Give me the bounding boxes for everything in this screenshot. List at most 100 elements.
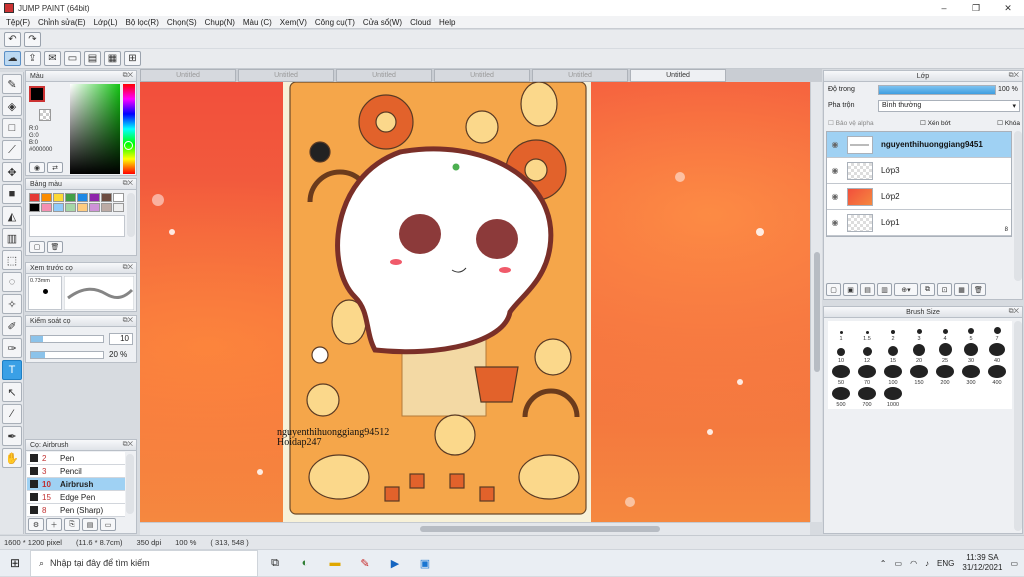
lasso-tool-icon[interactable]: ◌ — [2, 272, 22, 292]
palette-swatch[interactable] — [65, 193, 76, 202]
document-tab[interactable]: Untitled — [140, 69, 236, 82]
menu-item[interactable]: Màu (C) — [239, 18, 276, 27]
undo-icon[interactable]: ↶ — [4, 31, 21, 47]
operation-tool-icon[interactable]: ↖ — [2, 382, 22, 402]
windows-start-icon[interactable]: ⊞ — [0, 556, 30, 570]
menu-item[interactable]: Chọn(S) — [163, 18, 201, 27]
palette-swatch[interactable] — [77, 193, 88, 202]
menu-item[interactable]: Cửa sổ(W) — [359, 18, 406, 27]
chat-icon[interactable]: ▭ — [64, 51, 81, 66]
brush-list-scrollbar[interactable] — [126, 454, 134, 514]
magic-wand-tool-icon[interactable]: ✧ — [2, 294, 22, 314]
brush-size-option[interactable]: 300 — [958, 365, 984, 387]
menu-item[interactable]: Công cụ(T) — [311, 18, 359, 27]
brush-size-option[interactable]: 4 — [932, 321, 958, 343]
menu-item[interactable]: Cloud — [406, 18, 435, 27]
dropper-tool-icon[interactable]: ✒ — [2, 426, 22, 446]
redo-icon[interactable]: ↷ — [24, 31, 41, 47]
vertical-scrollbar[interactable] — [810, 82, 822, 522]
copy-layer-icon[interactable]: ⧉ — [920, 283, 935, 296]
palette-swatch[interactable] — [113, 193, 124, 202]
shape-tool-icon[interactable]: □ — [2, 118, 22, 138]
panel-close-icon[interactable]: ⧉✕ — [1009, 308, 1019, 316]
brush-size-option[interactable]: 25 — [932, 343, 958, 365]
brush-size-option[interactable]: 3 — [906, 321, 932, 343]
new-palette-icon[interactable]: ▢ — [29, 241, 45, 253]
brush-density-slider[interactable] — [30, 351, 104, 359]
new-layer-2-icon[interactable]: ▣ — [843, 283, 858, 296]
hand-tool-icon[interactable]: ✋ — [2, 448, 22, 468]
swap-icon[interactable]: ⇄ — [47, 162, 63, 173]
h-scroll-thumb[interactable] — [420, 526, 660, 532]
visibility-icon[interactable]: ◉ — [827, 192, 843, 201]
layer-row[interactable]: ◉ nguyenthihuonggiang9451 — [827, 132, 1011, 158]
brush-size-option[interactable]: 5 — [958, 321, 984, 343]
panel-close-icon[interactable]: ⧉✕ — [123, 264, 133, 272]
delete-layer-icon[interactable]: 🗑 — [971, 283, 986, 296]
copy-brush-icon[interactable]: ⎘ — [64, 518, 80, 531]
fill-rect-tool-icon[interactable]: ■ — [2, 184, 22, 204]
palette-swatch[interactable] — [77, 203, 88, 212]
panel-close-icon[interactable]: ⧉✕ — [123, 72, 133, 80]
palette-swatch[interactable] — [89, 203, 100, 212]
brush-size-slider[interactable] — [30, 335, 104, 343]
brush-size-option[interactable]: 30 — [958, 343, 984, 365]
brush-size-option[interactable]: 1000 — [880, 387, 906, 409]
menu-item[interactable]: Lớp(L) — [90, 18, 122, 27]
select-pen-tool-icon[interactable]: ✐ — [2, 316, 22, 336]
palette-scrollbar[interactable] — [127, 193, 135, 237]
palette-swatch[interactable] — [41, 193, 52, 202]
v-scroll-thumb[interactable] — [814, 252, 820, 372]
layer-list-scrollbar[interactable] — [1014, 131, 1022, 281]
brush-size-option[interactable]: 70 — [854, 365, 880, 387]
visibility-icon[interactable]: ◉ — [827, 166, 843, 175]
panel-close-icon[interactable]: ⧉✕ — [123, 441, 133, 449]
brush-page-icon[interactable]: ▤ — [82, 518, 98, 531]
eye-icon[interactable]: ◉ — [29, 162, 45, 173]
taskbar-search-box[interactable]: ⌕ Nhập tại đây để tìm kiếm — [30, 549, 258, 577]
brush-size-option[interactable]: 100 — [880, 365, 906, 387]
text-tool-icon[interactable]: T — [2, 360, 22, 380]
eyedropper-tool-icon[interactable]: ⁄ — [2, 404, 22, 424]
palette-swatch[interactable] — [89, 193, 100, 202]
clip-checkbox[interactable]: ☐ Xén bớt — [920, 119, 951, 127]
add-layer-menu-icon[interactable]: ⊕▾ — [894, 283, 918, 296]
new-text-layer-icon[interactable]: ▥ — [877, 283, 892, 296]
brush-size-option[interactable]: 7 — [984, 321, 1010, 343]
brush-size-option[interactable]: 40 — [984, 343, 1010, 365]
palette-swatch[interactable] — [53, 193, 64, 202]
brush-size-option[interactable]: 50 — [828, 365, 854, 387]
brush-size-option[interactable]: 150 — [906, 365, 932, 387]
photos-icon[interactable]: ▣ — [412, 553, 438, 573]
menu-item[interactable]: Xem(V) — [276, 18, 311, 27]
palette-swatch[interactable] — [65, 203, 76, 212]
brush-size-option[interactable]: 700 — [854, 387, 880, 409]
gradient-tool-icon[interactable]: ▥ — [2, 228, 22, 248]
menu-item[interactable]: Chỉnh sửa(E) — [34, 18, 90, 27]
blend-mode-select[interactable]: Bình thường ▾ — [878, 100, 1020, 112]
task-view-icon[interactable]: ⧉ — [262, 553, 288, 573]
panel-close-icon[interactable]: ⧉✕ — [123, 180, 133, 188]
brush-size-option[interactable]: 1 — [828, 321, 854, 343]
new-raster-icon[interactable]: ▤ — [860, 283, 875, 296]
panel-close-icon[interactable]: ⧉✕ — [1009, 72, 1019, 80]
menu-item[interactable]: Chụp(N) — [201, 18, 239, 27]
grid-icon[interactable]: ⊞ — [124, 51, 141, 66]
palette-swatch[interactable] — [53, 203, 64, 212]
wifi-icon[interactable]: ◠ — [910, 559, 917, 568]
brush-size-option[interactable]: 500 — [828, 387, 854, 409]
brush-size-option[interactable]: 12 — [854, 343, 880, 365]
visibility-icon[interactable]: ◉ — [827, 218, 843, 227]
page-icon[interactable]: ▤ — [84, 51, 101, 66]
language-indicator[interactable]: ENG — [937, 559, 954, 568]
layer-settings-icon[interactable]: ▦ — [954, 283, 969, 296]
chevron-up-icon[interactable]: ⌃ — [880, 559, 887, 568]
brush-size-scrollbar[interactable] — [1014, 321, 1022, 531]
palette-swatch[interactable] — [113, 203, 124, 212]
palette-swatch[interactable] — [101, 193, 112, 202]
transparent-color-swatch[interactable] — [39, 109, 51, 121]
brush-list-item[interactable]: 2 Pen — [27, 452, 125, 465]
jump-paint-taskbar-icon[interactable]: ✎ — [352, 553, 378, 573]
add-brush-icon[interactable]: ＋ — [46, 518, 62, 531]
brush-size-option[interactable]: 20 — [906, 343, 932, 365]
